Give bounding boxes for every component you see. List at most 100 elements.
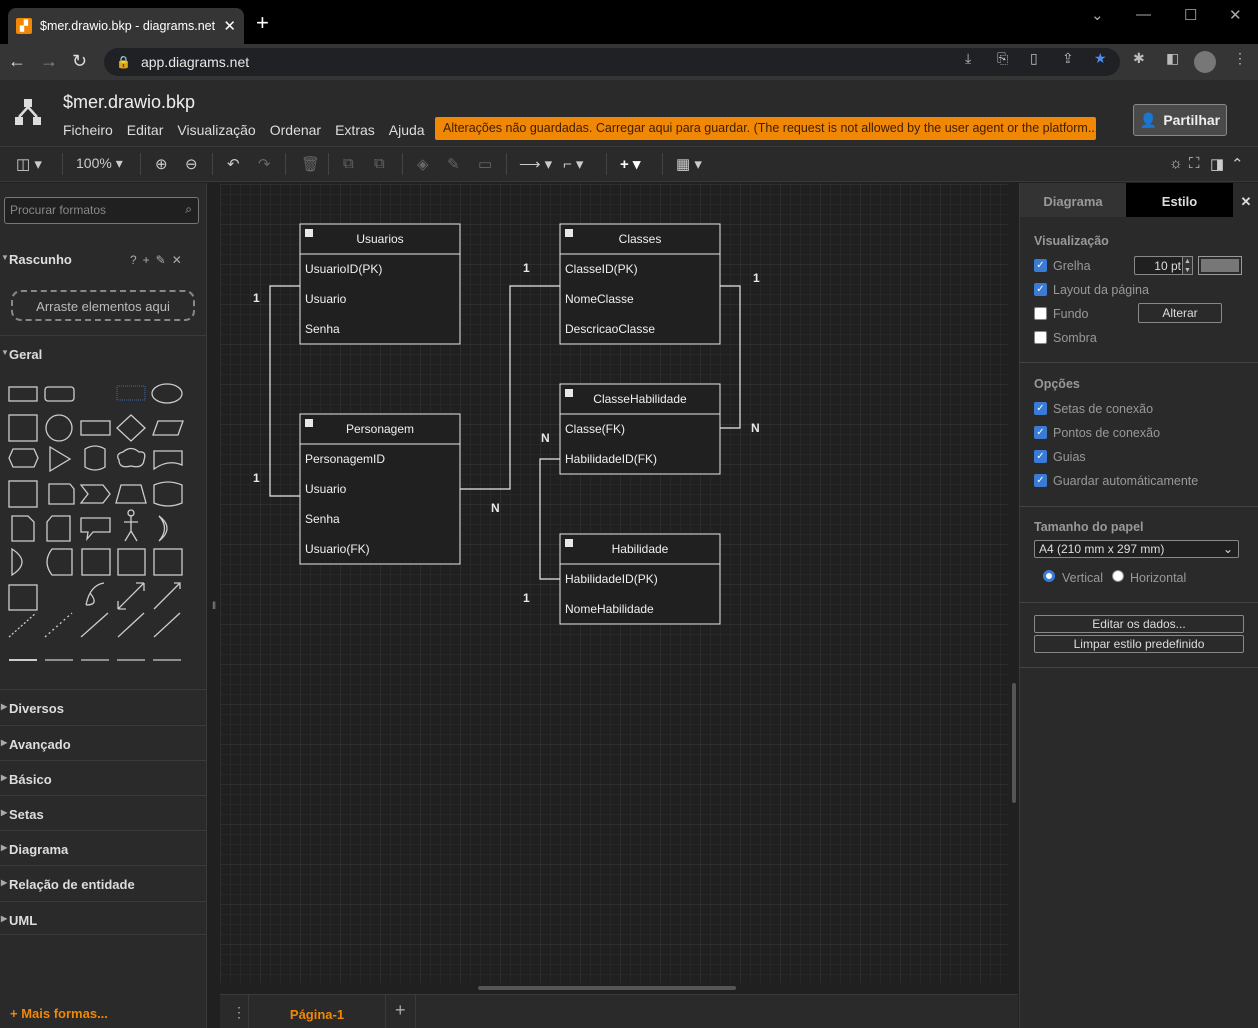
unsaved-warning[interactable]: Alterações não guardadas. Carregar aqui … xyxy=(435,117,1096,140)
tab-style[interactable]: Estilo xyxy=(1126,183,1233,217)
window-close-icon[interactable]: ✕ xyxy=(1229,6,1242,24)
entity-table[interactable]: Classes ClasseID(PK) NomeClasse DescricaoCl… xyxy=(559,223,721,345)
shape-curve[interactable] xyxy=(85,582,105,606)
shape-or[interactable] xyxy=(158,515,168,542)
shape-parallelogram[interactable] xyxy=(152,420,184,436)
section-setas[interactable]: ▶ Setas xyxy=(0,795,207,829)
shape-ellipse[interactable] xyxy=(151,383,183,404)
shape-tape[interactable] xyxy=(153,481,183,507)
section-diagrama[interactable]: ▶ Diagrama xyxy=(0,830,207,864)
shadow-checkbox[interactable] xyxy=(1034,331,1047,344)
tab-close-icon[interactable]: ✕ xyxy=(223,17,236,35)
maximize-icon[interactable]: ☐ xyxy=(1184,6,1197,24)
minimize-icon[interactable]: — xyxy=(1136,6,1151,23)
shape-actor[interactable] xyxy=(124,515,138,542)
menu-ficheiro[interactable]: Ficheiro xyxy=(63,122,113,138)
section-uml[interactable]: ▶ UML xyxy=(0,901,207,935)
menu-extras[interactable]: Extras xyxy=(335,122,375,138)
entity-table[interactable]: Usuarios UsuarioID(PK) Usuario Senha xyxy=(299,223,461,345)
vertical-scrollbar[interactable] xyxy=(1012,683,1016,803)
vertical-radio[interactable] xyxy=(1043,570,1055,582)
connection-arrows-checkbox[interactable]: ✓ xyxy=(1034,402,1047,415)
autosave-checkbox[interactable]: ✓ xyxy=(1034,474,1047,487)
shape-bidirectional-arrow[interactable] xyxy=(117,582,145,610)
panel-resize-handle[interactable]: ‖ xyxy=(212,601,216,612)
shape-textbox[interactable] xyxy=(116,385,146,401)
section-relacao-entidade[interactable]: ▶ Relação de entidade xyxy=(0,865,207,899)
shadow-icon[interactable]: ▭ xyxy=(478,155,492,173)
to-back-icon[interactable]: ⧉ xyxy=(374,155,385,172)
delete-icon[interactable]: 🗑 xyxy=(301,155,320,173)
menu-ajuda[interactable]: Ajuda xyxy=(389,122,425,138)
section-avancado[interactable]: ▶ Avançado xyxy=(0,725,207,759)
table-field[interactable]: NomeHabilidade xyxy=(565,602,654,616)
waypoints-icon[interactable]: ⌐ ▾ xyxy=(563,155,583,173)
shape-card[interactable] xyxy=(46,515,71,542)
horizontal-radio[interactable] xyxy=(1112,570,1124,582)
new-tab-icon[interactable]: + xyxy=(256,10,269,36)
shape-cylinder[interactable] xyxy=(84,445,106,471)
shape-circle[interactable] xyxy=(45,414,73,442)
change-background-button[interactable]: Alterar xyxy=(1138,303,1222,323)
grid-checkbox[interactable]: ✓ xyxy=(1034,259,1047,272)
browser-menu-icon[interactable]: ⋮ xyxy=(1233,50,1247,67)
diagram-canvas[interactable]: 1 1 1 1 N N N 1 Usuarios UsuarioID(PK) Usu… xyxy=(208,183,1018,994)
table-icon[interactable]: ▦ ▾ xyxy=(676,155,702,173)
file-title[interactable]: $mer.drawio.bkp xyxy=(63,92,195,113)
shape-table[interactable] xyxy=(8,584,38,611)
guides-checkbox[interactable]: ✓ xyxy=(1034,450,1047,463)
share-page-icon[interactable]: ⇪ xyxy=(1062,50,1074,67)
clear-default-style-button[interactable]: Limpar estilo predefinido xyxy=(1034,635,1244,653)
shape-step[interactable] xyxy=(79,484,111,504)
connection-points-checkbox[interactable]: ✓ xyxy=(1034,426,1047,439)
shape-trapezoid[interactable] xyxy=(115,484,147,504)
horizontal-scrollbar[interactable] xyxy=(478,986,736,990)
section-diversos[interactable]: ▶ Diversos xyxy=(0,689,207,723)
shape-list[interactable] xyxy=(117,548,146,576)
scratchpad-actions[interactable]: ?+✎✕ xyxy=(130,253,188,267)
edit-data-button[interactable]: Editar os dados... xyxy=(1034,615,1244,633)
search-icon[interactable]: ⌕ xyxy=(185,202,192,217)
table-field[interactable]: Usuario xyxy=(305,482,347,496)
shape-cube[interactable] xyxy=(48,483,75,505)
shape-note[interactable] xyxy=(11,515,35,542)
table-field[interactable]: Senha xyxy=(305,512,340,526)
grid-size-stepper[interactable]: ▲ ▼ xyxy=(1182,256,1193,275)
table-field[interactable]: DescricaoClasse xyxy=(565,322,655,336)
table-field[interactable]: Senha xyxy=(305,322,340,336)
translate-icon[interactable]: ⎘ xyxy=(997,50,1008,67)
line-color-icon[interactable]: ✎ xyxy=(447,155,460,173)
paper-size-select[interactable]: A4 (210 mm x 297 mm) ⌄ xyxy=(1034,540,1239,558)
collapse-icon[interactable] xyxy=(565,229,573,237)
shape-dotted-line[interactable] xyxy=(8,612,37,638)
grid-size-input[interactable]: 10 pt xyxy=(1134,256,1186,275)
collapse-icon[interactable] xyxy=(565,539,573,547)
table-field[interactable]: UsuarioID(PK) xyxy=(305,262,382,276)
reload-icon[interactable]: ↻ xyxy=(72,51,87,72)
menu-editar[interactable]: Editar xyxy=(127,122,164,138)
shape-square[interactable] xyxy=(8,414,38,442)
collapse-icon[interactable] xyxy=(565,389,573,397)
back-icon[interactable]: ← xyxy=(8,51,26,72)
close-panel-icon[interactable]: ✕ xyxy=(1233,183,1258,217)
shape-document[interactable] xyxy=(153,450,183,471)
shape-search-input[interactable]: Procurar formatos ⌕ xyxy=(4,197,199,224)
menu-ordenar[interactable]: Ordenar xyxy=(270,122,321,138)
collapse-icon[interactable] xyxy=(305,419,313,427)
tab-diagram[interactable]: Diagrama xyxy=(1020,183,1126,217)
zoom-select[interactable]: 100% ▾ xyxy=(76,155,123,172)
shape-swimlane[interactable] xyxy=(153,548,183,576)
grid-color-button[interactable] xyxy=(1198,256,1242,275)
menu-visualizacao[interactable]: Visualização xyxy=(177,122,255,138)
shape-directional-connector[interactable] xyxy=(153,612,181,638)
shape-container[interactable] xyxy=(81,548,111,576)
entity-table[interactable]: ClasseHabilidade Classe(FK) HabilidadeID(F… xyxy=(559,383,721,475)
insert-icon[interactable]: + ▾ xyxy=(620,155,640,173)
table-field[interactable]: Usuario xyxy=(305,292,347,306)
connection-icon[interactable]: ⟶ ▾ xyxy=(519,155,552,173)
general-header[interactable]: ▼ Geral xyxy=(0,335,207,369)
shape-dashed-line[interactable] xyxy=(44,612,73,638)
bookmark-star-icon[interactable]: ★ xyxy=(1094,50,1107,67)
page-icon[interactable]: ▯ xyxy=(1030,50,1038,67)
extensions-icon[interactable]: ✱ xyxy=(1133,50,1145,67)
